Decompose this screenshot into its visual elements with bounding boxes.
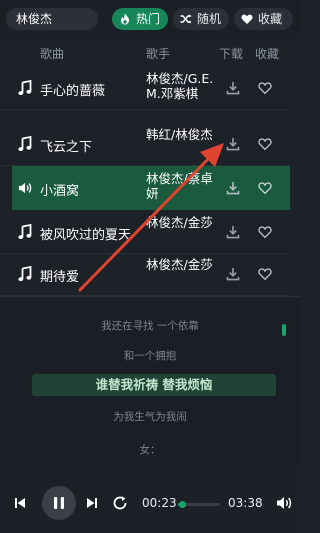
header-favorite: 收藏 xyxy=(255,47,280,61)
tab-random[interactable]: 随机 xyxy=(173,8,229,30)
music-note-icon xyxy=(18,80,32,96)
download-icon[interactable] xyxy=(226,267,240,281)
lyric-line: 和一个拥抱 xyxy=(123,350,177,362)
fire-icon xyxy=(121,13,129,25)
shuffle-icon xyxy=(180,14,192,24)
top-bar: 林俊杰 热门 随机 收藏 xyxy=(0,0,300,38)
lyric-line-current: 谁替我祈祷 替我烦恼 xyxy=(32,374,276,396)
previous-track-icon[interactable] xyxy=(14,497,26,509)
next-track-icon[interactable] xyxy=(86,497,98,509)
pause-icon xyxy=(54,497,64,509)
tab-favorites[interactable]: 收藏 xyxy=(234,8,293,30)
song-row-playing[interactable]: 小酒窝 林俊杰/蔡卓妍 xyxy=(12,166,290,210)
lyric-line: 为我生气为我闹 xyxy=(113,411,187,423)
progress-bar[interactable] xyxy=(178,501,220,508)
volume-icon[interactable] xyxy=(276,495,292,511)
song-artist: 韩红/林俊杰 xyxy=(146,127,213,142)
repeat-icon[interactable] xyxy=(112,495,128,511)
song-title: 飞云之下 xyxy=(40,140,93,155)
download-icon[interactable] xyxy=(226,181,240,195)
music-note-icon xyxy=(18,136,32,152)
music-player-app: 林俊杰 热门 随机 收藏 歌曲 歌手 下载 收藏 手心的蔷薇 林俊杰/G.E.M… xyxy=(0,0,300,533)
favorite-heart-icon[interactable] xyxy=(258,137,272,151)
song-row[interactable]: 飞云之下 韩红/林俊杰 xyxy=(0,122,290,166)
favorite-heart-icon[interactable] xyxy=(258,81,272,95)
music-note-icon xyxy=(18,224,32,240)
lyric-line: 女： xyxy=(139,444,161,456)
song-row[interactable]: 被风吹过的夏天 林俊杰/金莎 xyxy=(0,210,290,254)
tab-random-label: 随机 xyxy=(197,12,222,26)
song-artist: 林俊杰/金莎 xyxy=(146,257,213,272)
lyric-line: 我还在寻找 一个依靠 xyxy=(101,320,199,332)
music-note-icon xyxy=(18,266,32,282)
favorite-heart-icon[interactable] xyxy=(258,181,272,195)
download-icon[interactable] xyxy=(226,81,240,95)
header-download: 下载 xyxy=(219,47,244,61)
current-time: 00:23 xyxy=(142,496,177,510)
song-artist: 林俊杰/金莎 xyxy=(146,215,213,230)
search-input[interactable]: 林俊杰 xyxy=(6,8,98,30)
favorite-heart-icon[interactable] xyxy=(258,225,272,239)
header-song: 歌曲 xyxy=(40,47,65,61)
total-time: 03:38 xyxy=(228,496,263,510)
song-title: 小酒窝 xyxy=(40,184,80,199)
tab-hot[interactable]: 热门 xyxy=(112,8,168,30)
song-table-header: 歌曲 歌手 下载 收藏 xyxy=(0,38,300,66)
song-title: 被风吹过的夏天 xyxy=(40,228,132,243)
lyrics-panel[interactable]: 我还在寻找 一个依靠 和一个拥抱 谁替我祈祷 替我烦恼 为我生气为我闹 女： xyxy=(0,296,300,465)
download-icon[interactable] xyxy=(226,137,240,151)
song-artist: 林俊杰/G.E.M.邓紫棋 xyxy=(146,71,214,101)
tab-hot-label: 热门 xyxy=(136,12,161,26)
progress-handle[interactable] xyxy=(178,501,186,508)
song-title: 期待爱 xyxy=(40,270,80,285)
favorite-heart-icon[interactable] xyxy=(258,267,272,281)
header-artist: 歌手 xyxy=(146,47,171,61)
song-row[interactable]: 手心的蔷薇 林俊杰/G.E.M.邓紫棋 xyxy=(0,66,290,110)
song-row[interactable]: 期待爱 林俊杰/金莎 xyxy=(0,252,290,296)
tab-favorites-label: 收藏 xyxy=(258,12,283,26)
speaker-playing-icon xyxy=(18,182,32,194)
pause-button[interactable] xyxy=(42,486,76,520)
song-title: 手心的蔷薇 xyxy=(40,84,106,99)
lyrics-scrollbar[interactable] xyxy=(282,324,286,336)
download-icon[interactable] xyxy=(226,225,240,239)
song-artist: 林俊杰/蔡卓妍 xyxy=(146,171,213,201)
player-bar: 00:23 03:38 xyxy=(0,464,300,533)
heart-icon xyxy=(241,14,253,24)
